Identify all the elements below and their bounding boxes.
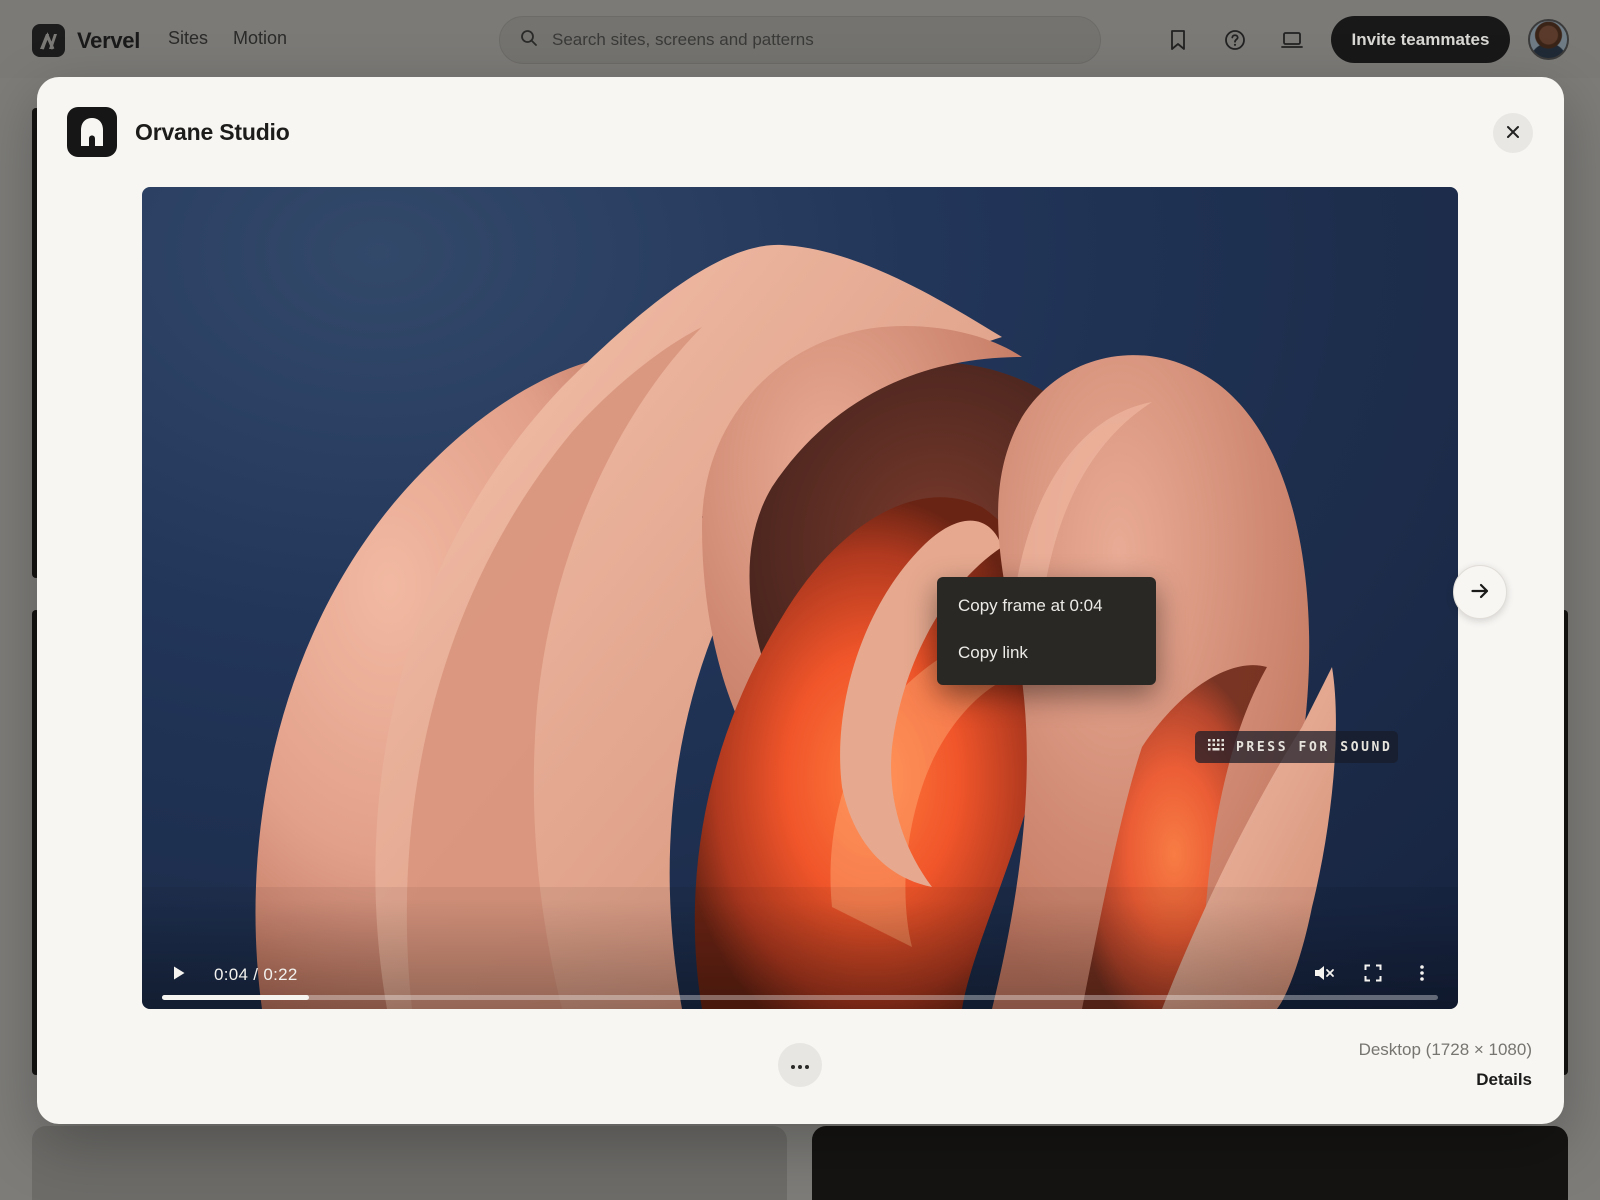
next-button[interactable] [1453, 565, 1507, 619]
bookmark-icon[interactable] [1165, 27, 1191, 53]
studio-arch-logo-icon [67, 107, 117, 157]
search-bar[interactable] [499, 16, 1101, 64]
video-time: 0:04 / 0:22 [214, 965, 298, 984]
press-for-sound-button[interactable]: PRESS FOR SOUND [1195, 731, 1398, 763]
background-card [812, 1126, 1568, 1200]
modal-title: Orvane Studio [135, 119, 290, 145]
preview-modal: Orvane Studio Copy frame at 0:04 Copy li… [37, 77, 1564, 1124]
background-card [32, 1126, 787, 1200]
copy-link-menu-item[interactable]: Copy link [937, 642, 1156, 689]
invite-teammates-button[interactable]: Invite teammates [1331, 16, 1510, 63]
arrow-right-icon [1471, 583, 1489, 602]
vervel-logo-icon [32, 24, 65, 57]
search-icon [520, 29, 538, 52]
close-icon [1506, 125, 1520, 142]
video-player[interactable]: Copy frame at 0:04 Copy link PRESS FOR S… [142, 187, 1458, 1009]
avatar[interactable] [1528, 19, 1569, 60]
video-progress-fill [162, 995, 309, 1000]
brand-name: Vervel [77, 27, 141, 53]
video-controls-overlay [142, 899, 1458, 1009]
main-nav: Sites Motion [168, 28, 287, 49]
video-progress-bar[interactable] [162, 995, 1438, 1000]
press-for-sound-label: PRESS FOR SOUND [1236, 739, 1393, 755]
copy-frame-menu-item[interactable]: Copy frame at 0:04 [937, 595, 1156, 642]
more-horizontal-icon [790, 1058, 810, 1073]
nav-link-motion[interactable]: Motion [233, 28, 287, 49]
screen-dimensions-label: Desktop (1728 × 1080) [1358, 1040, 1532, 1059]
fullscreen-icon[interactable] [1359, 959, 1387, 987]
more-options-button[interactable] [778, 1043, 822, 1087]
keyboard-icon [1208, 738, 1225, 756]
play-icon[interactable] [165, 959, 193, 987]
muted-volume-icon[interactable] [1310, 959, 1338, 987]
nav-link-sites[interactable]: Sites [168, 28, 208, 49]
close-button[interactable] [1493, 113, 1533, 153]
video-frame-sculpture [142, 244, 1458, 1009]
device-icon[interactable] [1279, 27, 1305, 53]
details-button[interactable]: Details [1476, 1070, 1532, 1090]
search-input[interactable] [552, 30, 1072, 50]
help-icon[interactable] [1222, 27, 1248, 53]
video-context-menu: Copy frame at 0:04 Copy link [937, 577, 1156, 685]
more-vertical-icon[interactable] [1408, 959, 1436, 987]
brand[interactable]: Vervel [32, 24, 140, 57]
top-navigation-bar: Vervel Sites Motion Invite teammates [0, 0, 1600, 78]
